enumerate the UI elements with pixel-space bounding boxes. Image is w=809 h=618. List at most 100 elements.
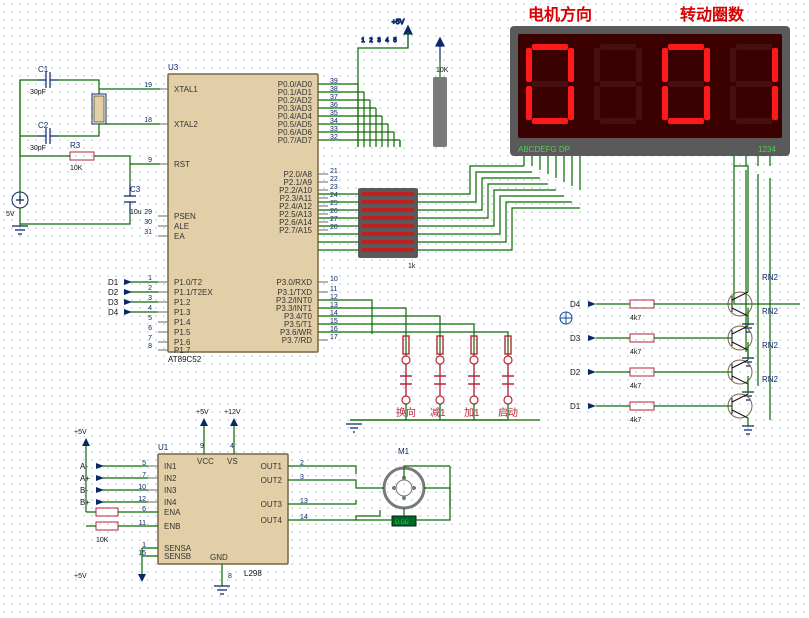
svg-text:22: 22 [330, 176, 338, 183]
svg-text:A+: A+ [80, 474, 90, 483]
svg-text:26: 26 [330, 208, 338, 215]
svg-text:4: 4 [148, 305, 152, 312]
svg-text:P0.7/AD7: P0.7/AD7 [278, 136, 313, 145]
motor: M1 0.00 [288, 447, 450, 526]
svg-text:31: 31 [144, 229, 152, 236]
svg-text:加1: 加1 [464, 407, 480, 419]
svg-text:D2: D2 [570, 368, 581, 377]
svg-text:3: 3 [377, 38, 381, 44]
svg-text:4k7: 4k7 [630, 315, 641, 322]
svg-text:IN3: IN3 [164, 486, 177, 495]
svg-text:24: 24 [330, 192, 338, 199]
svg-text:OUT1: OUT1 [261, 462, 283, 471]
svg-text:23: 23 [330, 184, 338, 191]
c2-ref: C2 [38, 121, 49, 130]
svg-text:4k7: 4k7 [630, 383, 641, 390]
svg-text:D4: D4 [570, 300, 581, 309]
rn-p2: 1k [358, 188, 418, 270]
svg-text:27: 27 [330, 216, 338, 223]
seg-pins: ABCDEFG DP [518, 145, 570, 154]
svg-text:D4: D4 [108, 308, 119, 317]
turns-label: 转动圈数 [680, 5, 745, 24]
svg-text:+5V: +5V [74, 429, 87, 436]
svg-text:7: 7 [148, 335, 152, 342]
svg-text:2: 2 [369, 38, 373, 44]
svg-text:D1: D1 [570, 402, 581, 411]
rn-pullup: 10K [433, 60, 449, 147]
svg-text:RN2: RN2 [762, 375, 779, 384]
svg-text:4k7: 4k7 [630, 349, 641, 356]
svg-text:P2.7/A15: P2.7/A15 [279, 226, 312, 235]
svg-text:ALE: ALE [174, 222, 189, 231]
svg-text:RST: RST [174, 160, 190, 169]
svg-text:D2: D2 [108, 288, 119, 297]
r3-val: 10K [70, 165, 83, 172]
svg-text:P3.7/RD: P3.7/RD [282, 336, 312, 345]
svg-text:1: 1 [148, 275, 152, 282]
svg-text:IN2: IN2 [164, 474, 177, 483]
pwr-rails: +5V 1 2 3 4 5 [361, 19, 444, 60]
svg-text:5V: 5V [6, 211, 15, 218]
svg-text:SENSB: SENSB [164, 552, 191, 561]
svg-text:18: 18 [144, 117, 152, 124]
svg-text:19: 19 [144, 82, 152, 89]
m1-ref: M1 [398, 447, 410, 456]
svg-text:10K: 10K [96, 537, 109, 544]
svg-text:OUT2: OUT2 [261, 476, 283, 485]
u1-ref: U1 [158, 443, 169, 452]
c1-val: 30pF [30, 89, 46, 96]
svg-text:5: 5 [393, 38, 397, 44]
svg-text:+5V: +5V [196, 409, 209, 416]
svg-text:B+: B+ [80, 498, 90, 507]
svg-text:8: 8 [228, 573, 232, 580]
vsource: 5V [6, 80, 130, 234]
svg-text:P1.5: P1.5 [174, 328, 191, 337]
u1-model: L298 [244, 569, 262, 578]
svg-text:P1.2: P1.2 [174, 298, 191, 307]
svg-text:ENB: ENB [164, 522, 180, 531]
c3-ref: C3 [130, 185, 141, 194]
svg-text:B-: B- [80, 486, 88, 495]
crystal-net: C1 30pF C2 30pF [20, 65, 160, 200]
svg-text:+5V: +5V [74, 573, 87, 580]
rn-top-val: 10K [436, 67, 449, 74]
svg-text:28: 28 [330, 224, 338, 231]
c1-ref: C1 [38, 65, 49, 74]
svg-text:ENA: ENA [164, 508, 181, 517]
p3-bus [318, 300, 508, 334]
svg-text:P1.0/T2: P1.0/T2 [174, 278, 203, 287]
c3-val: 10u [130, 209, 142, 216]
digit-drivers: D44k7RN2D34k7RN2D24k7RN2D14k7RN2 [570, 166, 779, 434]
u3-ref: U3 [168, 63, 179, 72]
dir-label: 电机方向 [528, 5, 592, 24]
svg-text:GND: GND [210, 553, 228, 562]
svg-text:启动: 启动 [498, 406, 518, 419]
target-marker [560, 312, 572, 324]
svg-text:换向: 换向 [396, 406, 416, 419]
svg-text:D3: D3 [570, 334, 581, 343]
svg-text:VS: VS [227, 457, 238, 466]
svg-text:XTAL1: XTAL1 [174, 85, 198, 94]
svg-text:17: 17 [330, 334, 338, 341]
keypad: 换向减1加1启动 [346, 334, 540, 432]
svg-text:21: 21 [330, 168, 338, 175]
svg-text:10: 10 [330, 276, 338, 283]
svg-text:4k7: 4k7 [630, 417, 641, 424]
rst-net: R3 10K C3 10u [58, 141, 160, 216]
svg-text:3: 3 [148, 295, 152, 302]
u3-chip: U3 AT89C52 19XTAL118XTAL29RST29PSEN30ALE… [144, 63, 338, 364]
svg-text:IN4: IN4 [164, 498, 177, 507]
svg-text:D3: D3 [108, 298, 119, 307]
svg-text:PSEN: PSEN [174, 212, 196, 221]
svg-text:+5V: +5V [392, 19, 405, 26]
svg-text:OUT3: OUT3 [261, 500, 283, 509]
svg-text:30: 30 [144, 219, 152, 226]
c2-val: 30pF [30, 145, 46, 152]
svg-text:D1: D1 [108, 278, 119, 287]
svg-text:RN2: RN2 [762, 307, 779, 316]
svg-text:6: 6 [148, 325, 152, 332]
svg-text:2: 2 [148, 285, 152, 292]
u3-model: AT89C52 [168, 355, 202, 364]
svg-text:P1.1/T2EX: P1.1/T2EX [174, 288, 213, 297]
r3-ref: R3 [70, 141, 81, 150]
